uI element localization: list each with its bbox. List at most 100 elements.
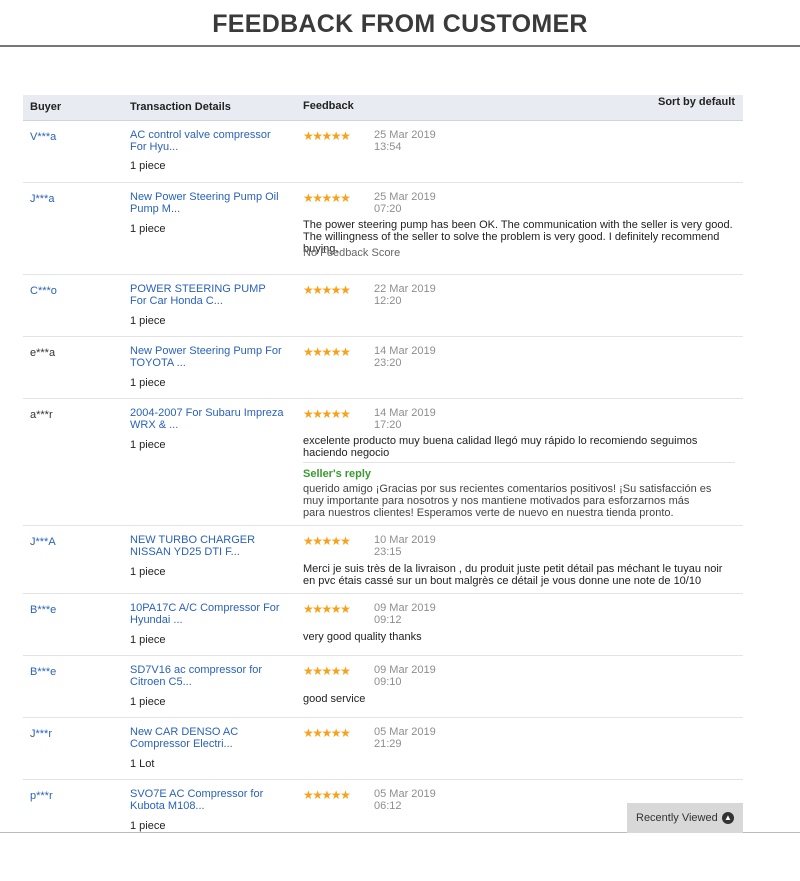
star-icon: ★: [321, 664, 333, 678]
product-link[interactable]: SD7V16 ac compressor for Citroen C5...: [130, 664, 285, 688]
feedback-time: 23:20: [374, 357, 402, 369]
star-rating: ★★★★★: [303, 283, 351, 297]
star-icon: ★: [321, 726, 333, 740]
star-icon: ★: [303, 534, 314, 548]
star-icon: ★: [321, 407, 333, 421]
buyer-name: B***e: [30, 604, 57, 616]
quantity: 1 Lot: [130, 758, 155, 770]
product-link[interactable]: 10PA17C A/C Compressor For Hyundai ...: [130, 602, 285, 626]
star-icon: ★: [321, 283, 333, 297]
star-icon: ★: [330, 345, 342, 359]
feedback-timestamp: 25 Mar 2019 07:20: [374, 191, 436, 215]
star-icon: ★: [312, 602, 323, 616]
star-icon: ★: [340, 129, 351, 143]
star-rating: ★★★★★: [303, 602, 351, 616]
star-rating: ★★★★★: [303, 664, 351, 678]
table-row: V***a AC control valve compressor For Hy…: [23, 121, 743, 183]
seller-reply-text: querido amigo ¡Gracias por sus recientes…: [303, 483, 712, 519]
star-icon: ★: [321, 534, 333, 548]
feedback-date: 14 Mar 2019: [374, 345, 436, 357]
product-link[interactable]: 2004-2007 For Subaru Impreza WRX & ...: [130, 407, 285, 431]
feedback-time: 12:20: [374, 295, 402, 307]
product-link[interactable]: SVO7E AC Compressor for Kubota M108...: [130, 788, 285, 812]
table-row: B***e SD7V16 ac compressor for Citroen C…: [23, 656, 743, 718]
star-icon: ★: [312, 283, 323, 297]
seller-reply-label: Seller's reply: [303, 468, 372, 480]
feedback-date: 25 Mar 2019: [374, 129, 436, 141]
star-icon: ★: [321, 788, 333, 802]
quantity: 1 piece: [130, 439, 166, 451]
sort-dropdown[interactable]: Sort by default: [658, 96, 735, 108]
recently-viewed-button[interactable]: Recently Viewed ▲: [627, 803, 743, 833]
feedback-date: 05 Mar 2019: [374, 726, 436, 738]
feedback-timestamp: 25 Mar 2019 13:54: [374, 129, 436, 153]
feedback-timestamp: 05 Mar 2019 06:12: [374, 788, 436, 812]
feedback-timestamp: 05 Mar 2019 21:29: [374, 726, 436, 750]
feedback-timestamp: 09 Mar 2019 09:12: [374, 602, 436, 626]
star-icon: ★: [303, 726, 314, 740]
star-rating: ★★★★★: [303, 345, 351, 359]
star-icon: ★: [340, 191, 351, 205]
product-link[interactable]: POWER STEERING PUMP For Car Honda C...: [130, 283, 285, 307]
star-icon: ★: [330, 191, 342, 205]
table-row: C***o POWER STEERING PUMP For Car Honda …: [23, 275, 743, 337]
star-icon: ★: [303, 129, 314, 143]
star-icon: ★: [340, 345, 351, 359]
star-icon: ★: [340, 602, 351, 616]
feedback-date: 09 Mar 2019: [374, 664, 436, 676]
product-link[interactable]: New Power Steering Pump Oil Pump M...: [130, 191, 285, 215]
buyer-name: e***a: [30, 347, 56, 359]
quantity: 1 piece: [130, 696, 166, 708]
buyer-name: J***A: [30, 536, 56, 548]
star-icon: ★: [340, 788, 351, 802]
feedback-date: 25 Mar 2019: [374, 191, 436, 203]
feedback-date: 14 Mar 2019: [374, 407, 436, 419]
header-transaction-details: Transaction Details: [130, 101, 231, 113]
star-icon: ★: [312, 664, 323, 678]
table-row: J***A NEW TURBO CHARGER NISSAN YD25 DTI …: [23, 526, 743, 594]
header-feedback: Feedback: [303, 100, 354, 112]
star-icon: ★: [303, 788, 314, 802]
feedback-comment: very good quality thanks: [303, 631, 422, 643]
feedback-time: 09:12: [374, 614, 402, 626]
quantity: 1 piece: [130, 160, 166, 172]
star-icon: ★: [303, 191, 314, 205]
star-icon: ★: [340, 726, 351, 740]
product-link[interactable]: AC control valve compressor For Hyu...: [130, 129, 285, 153]
quantity: 1 piece: [130, 377, 166, 389]
quantity: 1 piece: [130, 223, 166, 235]
table-row: a***r 2004-2007 For Subaru Impreza WRX &…: [23, 399, 743, 526]
page-title: FEEDBACK FROM CUSTOMER: [212, 10, 588, 38]
feedback-comment: Merci je suis très de la livraison , du …: [303, 563, 723, 587]
star-icon: ★: [340, 534, 351, 548]
star-icon: ★: [340, 664, 351, 678]
star-icon: ★: [312, 726, 323, 740]
product-link[interactable]: New Power Steering Pump For TOYOTA ...: [130, 345, 285, 369]
feedback-date: 22 Mar 2019: [374, 283, 436, 295]
quantity: 1 piece: [130, 315, 166, 327]
feedback-date: 09 Mar 2019: [374, 602, 436, 614]
feedback-timestamp: 14 Mar 2019 17:20: [374, 407, 436, 431]
star-rating: ★★★★★: [303, 788, 351, 802]
header-buyer: Buyer: [30, 101, 62, 113]
feedback-table: Buyer Transaction Details Feedback Sort …: [23, 95, 743, 834]
star-icon: ★: [330, 534, 342, 548]
feedback-timestamp: 22 Mar 2019 12:20: [374, 283, 436, 307]
star-rating: ★★★★★: [303, 407, 351, 421]
star-icon: ★: [321, 345, 333, 359]
reply-divider: [303, 462, 735, 463]
star-icon: ★: [330, 407, 342, 421]
star-icon: ★: [312, 407, 323, 421]
feedback-comment: excelente producto muy buena calidad lle…: [303, 435, 698, 459]
table-header: Buyer Transaction Details Feedback Sort …: [23, 95, 743, 121]
buyer-name: B***e: [30, 666, 57, 678]
feedback-time: 07:20: [374, 203, 402, 215]
star-icon: ★: [330, 129, 342, 143]
star-icon: ★: [312, 788, 323, 802]
feedback-timestamp: 09 Mar 2019 09:10: [374, 664, 436, 688]
product-link[interactable]: NEW TURBO CHARGER NISSAN YD25 DTI F...: [130, 534, 285, 558]
star-icon: ★: [340, 283, 351, 297]
feedback-comment: good service: [303, 693, 366, 705]
feedback-time: 23:15: [374, 546, 402, 558]
product-link[interactable]: New CAR DENSO AC Compressor Electri...: [130, 726, 285, 750]
